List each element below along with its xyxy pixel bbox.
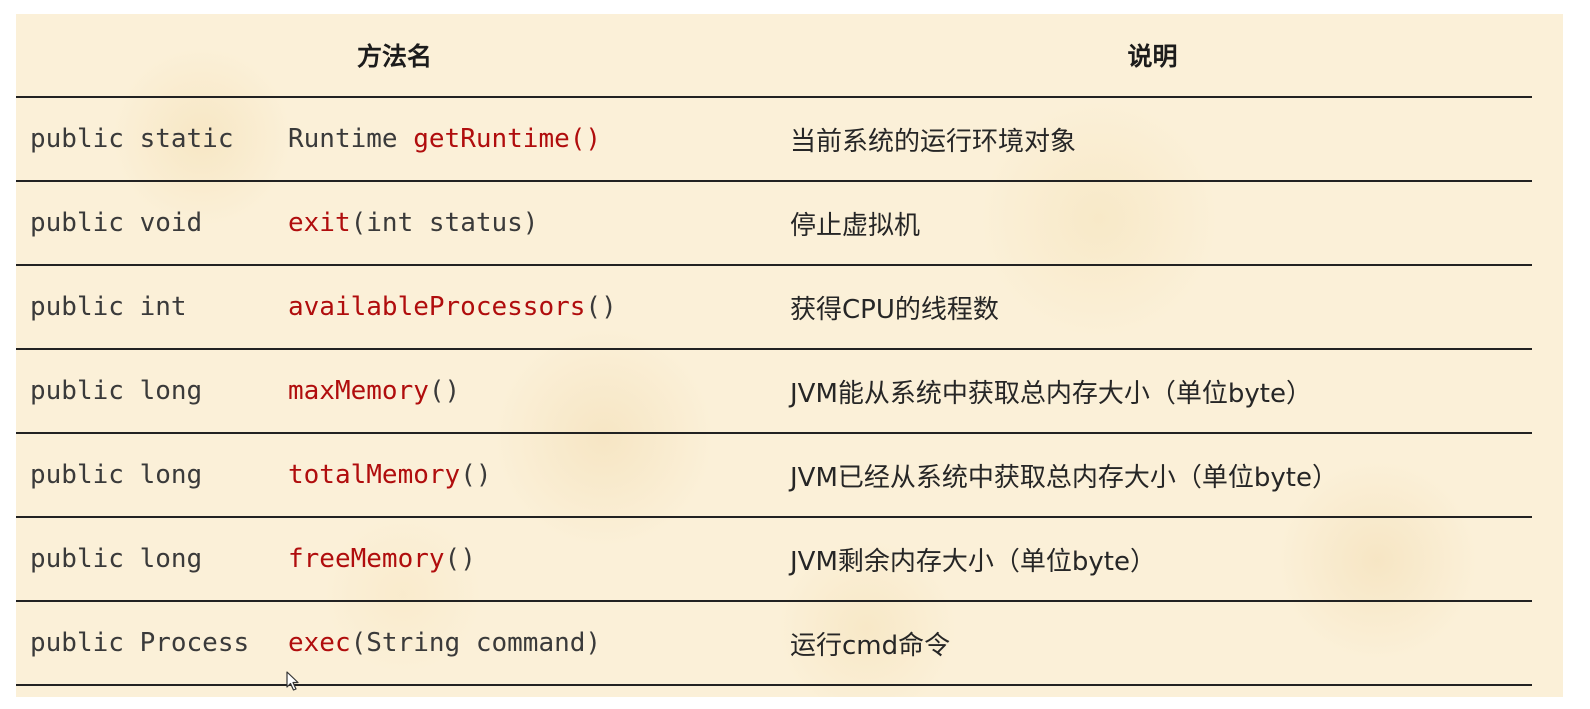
method-name: getRuntime() bbox=[413, 124, 602, 154]
method-description: 停止虚拟机 bbox=[773, 181, 1532, 266]
method-signature: public long freeMemory() bbox=[16, 517, 773, 602]
method-description: JVM剩余内存大小（单位byte） bbox=[773, 517, 1532, 602]
method-description: 当前系统的运行环境对象 bbox=[773, 97, 1532, 182]
mouse-pointer-icon bbox=[286, 671, 299, 691]
method-signature: public int availableProcessors() bbox=[16, 265, 773, 350]
runtime-methods-table-panel: 方法名 说明 public static Runtime getRuntime()… bbox=[16, 14, 1563, 697]
method-signature: public void exit(int status) bbox=[16, 181, 773, 266]
method-params: () bbox=[585, 292, 617, 322]
runtime-methods-table: 方法名 说明 public static Runtime getRuntime()… bbox=[16, 14, 1532, 686]
method-signature: public long maxMemory() bbox=[16, 349, 773, 434]
method-signature: public static Runtime getRuntime() bbox=[16, 97, 773, 182]
page: 方法名 说明 public static Runtime getRuntime()… bbox=[0, 0, 1590, 709]
table-row: public static Runtime getRuntime() 当前系统的运… bbox=[16, 97, 1532, 182]
table-row: public long totalMemory() JVM已经从系统中获取总内存大… bbox=[16, 433, 1532, 518]
method-params: (int status) bbox=[350, 208, 539, 238]
method-description: 运行cmd命令 bbox=[773, 601, 1532, 686]
method-description: JVM已经从系统中获取总内存大小（单位byte） bbox=[773, 433, 1532, 518]
table-row: public Process exec(String command) 运行cmd… bbox=[16, 601, 1532, 686]
table-row: public void exit(int status) 停止虚拟机 bbox=[16, 181, 1532, 266]
method-params: () bbox=[444, 544, 476, 574]
method-params: (String command) bbox=[350, 628, 602, 658]
method-return-type: Runtime bbox=[288, 124, 398, 154]
method-name: maxMemory bbox=[288, 376, 429, 406]
method-signature: public long totalMemory() bbox=[16, 433, 773, 518]
method-name: exit bbox=[288, 208, 351, 238]
method-name: totalMemory bbox=[288, 460, 461, 490]
method-description: JVM能从系统中获取总内存大小（单位byte） bbox=[773, 349, 1532, 434]
table-row: public long maxMemory() JVM能从系统中获取总内存大小（单… bbox=[16, 349, 1532, 434]
header-method-name: 方法名 bbox=[16, 14, 773, 98]
method-modifiers: public int bbox=[30, 292, 187, 322]
method-name: availableProcessors bbox=[288, 292, 586, 322]
method-modifiers: public void bbox=[30, 208, 203, 238]
header-description: 说明 bbox=[773, 14, 1532, 98]
method-modifiers: public long bbox=[30, 376, 203, 406]
table-header-row: 方法名 说明 bbox=[16, 14, 1532, 98]
method-modifiers: public long bbox=[30, 460, 203, 490]
method-params: () bbox=[428, 376, 461, 406]
method-name: exec bbox=[288, 628, 351, 658]
method-modifiers: public Process bbox=[30, 628, 250, 658]
method-description: 获得CPU的线程数 bbox=[773, 265, 1532, 350]
method-modifiers: public long bbox=[30, 544, 203, 574]
table-row: public int availableProcessors() 获得CPU的线程… bbox=[16, 265, 1532, 350]
table-row: public long freeMemory() JVM剩余内存大小（单位byte… bbox=[16, 517, 1532, 602]
method-signature: public Process exec(String command) bbox=[16, 601, 773, 686]
method-modifiers: public static bbox=[30, 124, 234, 154]
method-params: () bbox=[460, 460, 492, 490]
method-name: freeMemory bbox=[288, 544, 445, 574]
